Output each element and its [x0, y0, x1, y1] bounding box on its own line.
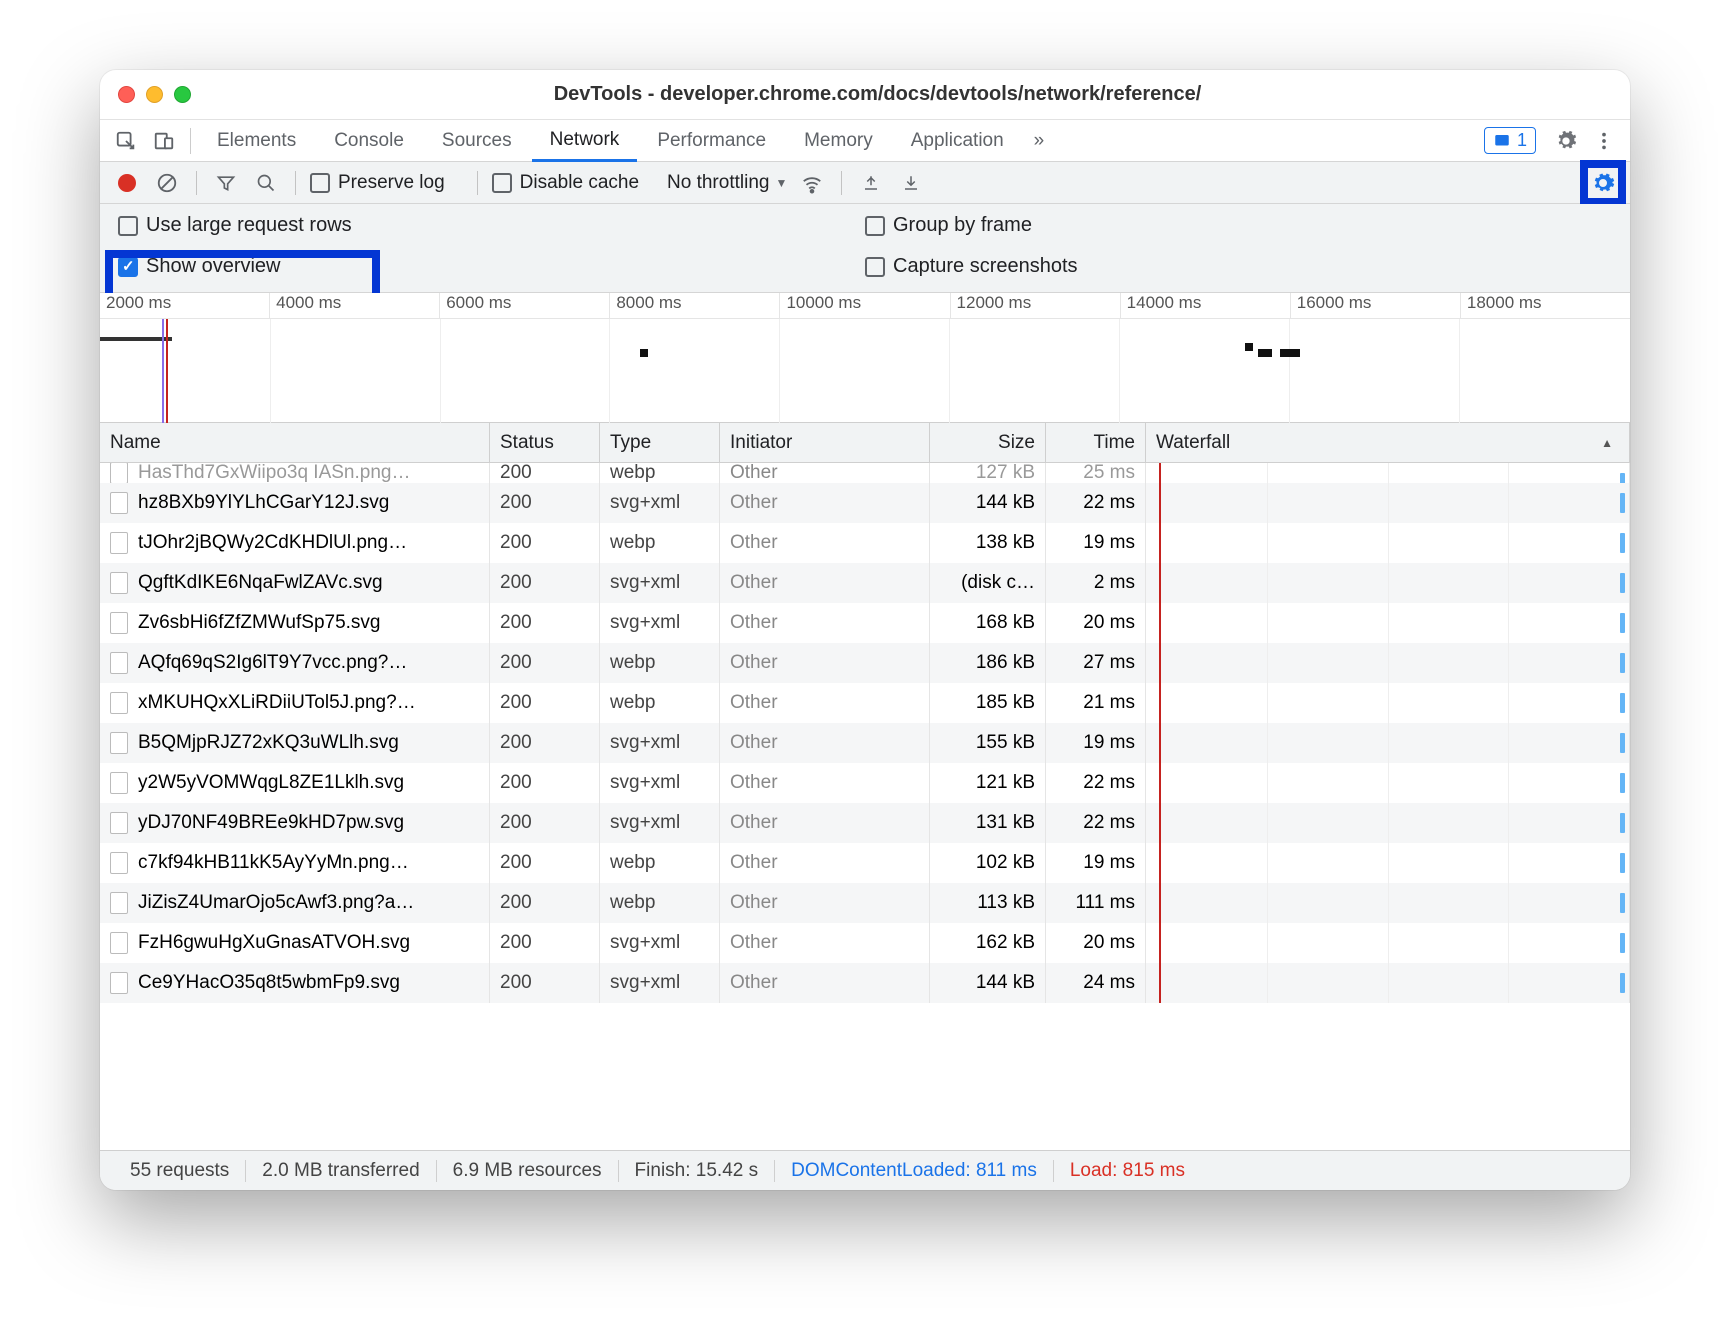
throttling-select[interactable]: No throttling ▼: [667, 172, 787, 194]
tab-network[interactable]: Network: [532, 121, 638, 162]
more-icon[interactable]: [1586, 123, 1622, 159]
inspect-icon[interactable]: [108, 123, 144, 159]
issues-button[interactable]: 1: [1484, 127, 1536, 154]
table-row[interactable]: xMKUHQxXLiRDiiUTol5J.png?…200webpOther18…: [100, 683, 1630, 723]
waterfall-bar: [1620, 813, 1625, 833]
window-titlebar: DevTools - developer.chrome.com/docs/dev…: [100, 70, 1630, 120]
status-bar: 55 requests 2.0 MB transferred 6.9 MB re…: [100, 1150, 1630, 1190]
network-table: Name Status Type Initiator Size Time Wat…: [100, 423, 1630, 1150]
table-row[interactable]: yDJ70NF49BREe9kHD7pw.svg200svg+xmlOther1…: [100, 803, 1630, 843]
table-header: Name Status Type Initiator Size Time Wat…: [100, 423, 1630, 463]
waterfall-bar: [1620, 613, 1625, 633]
col-status[interactable]: Status: [490, 423, 600, 462]
waterfall-bar: [1620, 653, 1625, 673]
tab-elements[interactable]: Elements: [199, 120, 314, 161]
waterfall-bar: [1620, 853, 1625, 873]
window-close-icon[interactable]: [118, 86, 135, 103]
waterfall-bar: [1620, 773, 1625, 793]
file-icon: [110, 572, 128, 594]
device-toolbar-icon[interactable]: [146, 123, 182, 159]
table-row[interactable]: QgftKdIKE6NqaFwlZAVc.svg200svg+xmlOther(…: [100, 563, 1630, 603]
disable-cache-checkbox[interactable]: Disable cache: [492, 172, 639, 194]
col-initiator[interactable]: Initiator: [720, 423, 930, 462]
table-row[interactable]: AQfq69qS2Ig6lT9Y7vcc.png?…200webpOther18…: [100, 643, 1630, 683]
file-icon: [110, 463, 128, 483]
waterfall-bar: [1620, 533, 1625, 553]
tab-memory[interactable]: Memory: [786, 120, 891, 161]
file-icon: [110, 612, 128, 634]
devtools-window: DevTools - developer.chrome.com/docs/dev…: [100, 70, 1630, 1190]
table-row[interactable]: tJOhr2jBQWy2CdKHDlUl.png…200webpOther138…: [100, 523, 1630, 563]
annotation-highlight-gear: [1580, 160, 1626, 206]
table-row[interactable]: B5QMjpRJZ72xKQ3uWLlh.svg200svg+xmlOther1…: [100, 723, 1630, 763]
tab-console[interactable]: Console: [316, 120, 422, 161]
col-waterfall[interactable]: Waterfall▲: [1146, 423, 1630, 462]
preserve-log-checkbox[interactable]: Preserve log: [310, 172, 445, 194]
status-transferred: 2.0 MB transferred: [246, 1160, 436, 1182]
waterfall-bar: [1620, 493, 1625, 513]
file-icon: [110, 692, 128, 714]
network-conditions-icon[interactable]: [797, 168, 827, 198]
waterfall-bar: [1620, 933, 1625, 953]
timeline-ruler: 2000 ms 4000 ms 6000 ms 8000 ms 10000 ms…: [100, 293, 1630, 319]
file-icon: [110, 732, 128, 754]
devtools-tabs: Elements Console Sources Network Perform…: [100, 120, 1630, 162]
opt-group-by-frame[interactable]: Group by frame: [865, 214, 1612, 237]
clear-icon[interactable]: [152, 168, 182, 198]
table-body[interactable]: HasThd7GxWiipo3q IASn.png…200webpOther12…: [100, 463, 1630, 1150]
export-har-icon[interactable]: [896, 168, 926, 198]
window-zoom-icon[interactable]: [174, 86, 191, 103]
opt-capture-screenshots[interactable]: Capture screenshots: [865, 255, 1612, 278]
import-har-icon[interactable]: [856, 168, 886, 198]
status-domcontentloaded: DOMContentLoaded: 811 ms: [775, 1160, 1054, 1182]
file-icon: [110, 772, 128, 794]
waterfall-bar: [1620, 733, 1625, 753]
window-title: DevTools - developer.chrome.com/docs/dev…: [203, 83, 1552, 106]
opt-large-rows[interactable]: Use large request rows: [118, 214, 865, 237]
file-icon: [110, 812, 128, 834]
issues-count: 1: [1517, 130, 1527, 151]
record-button[interactable]: [112, 168, 142, 198]
waterfall-bar: [1620, 893, 1625, 913]
file-icon: [110, 652, 128, 674]
status-resources: 6.9 MB resources: [437, 1160, 619, 1182]
col-size[interactable]: Size: [930, 423, 1046, 462]
waterfall-bar: [1620, 973, 1625, 993]
file-icon: [110, 492, 128, 514]
search-icon[interactable]: [251, 168, 281, 198]
tab-sources[interactable]: Sources: [424, 120, 530, 161]
filter-icon[interactable]: [211, 168, 241, 198]
table-row[interactable]: c7kf94kHB11kK5AyYyMn.png…200webpOther102…: [100, 843, 1630, 883]
table-row[interactable]: Ce9YHacO35q8t5wbmFp9.svg200svg+xmlOther1…: [100, 963, 1630, 1003]
settings-icon[interactable]: [1548, 123, 1584, 159]
file-icon: [110, 972, 128, 994]
waterfall-bar: [1620, 693, 1625, 713]
file-icon: [110, 852, 128, 874]
status-load: Load: 815 ms: [1054, 1160, 1201, 1182]
file-icon: [110, 532, 128, 554]
table-row[interactable]: JiZisZ4UmarOjo5cAwf3.png?a…200webpOther1…: [100, 883, 1630, 923]
table-row[interactable]: Zv6sbHi6fZfZMWufSp75.svg200svg+xmlOther1…: [100, 603, 1630, 643]
status-requests: 55 requests: [114, 1160, 246, 1182]
overview-timeline[interactable]: 2000 ms 4000 ms 6000 ms 8000 ms 10000 ms…: [100, 293, 1630, 423]
network-settings-panel: Use large request rows Group by frame Sh…: [100, 204, 1630, 293]
col-name[interactable]: Name: [100, 423, 490, 462]
tab-performance[interactable]: Performance: [639, 120, 784, 161]
overview-body: [100, 319, 1630, 423]
file-icon: [110, 932, 128, 954]
tab-application[interactable]: Application: [893, 120, 1022, 161]
window-minimize-icon[interactable]: [146, 86, 163, 103]
table-row[interactable]: FzH6gwuHgXuGnasATVOH.svg200svg+xmlOther1…: [100, 923, 1630, 963]
status-finish: Finish: 15.42 s: [619, 1160, 776, 1182]
tabs-overflow[interactable]: »: [1024, 120, 1055, 161]
table-row[interactable]: y2W5yVOMWqgL8ZE1Lklh.svg200svg+xmlOther1…: [100, 763, 1630, 803]
table-row[interactable]: hz8BXb9YlYLhCGarY12J.svg200svg+xmlOther1…: [100, 483, 1630, 523]
file-icon: [110, 892, 128, 914]
table-row[interactable]: HasThd7GxWiipo3q IASn.png…200webpOther12…: [100, 463, 1630, 483]
waterfall-bar: [1620, 573, 1625, 593]
col-type[interactable]: Type: [600, 423, 720, 462]
network-toolbar: Preserve log Disable cache No throttling…: [100, 162, 1630, 204]
waterfall-bar: [1620, 473, 1625, 483]
col-time[interactable]: Time: [1046, 423, 1146, 462]
